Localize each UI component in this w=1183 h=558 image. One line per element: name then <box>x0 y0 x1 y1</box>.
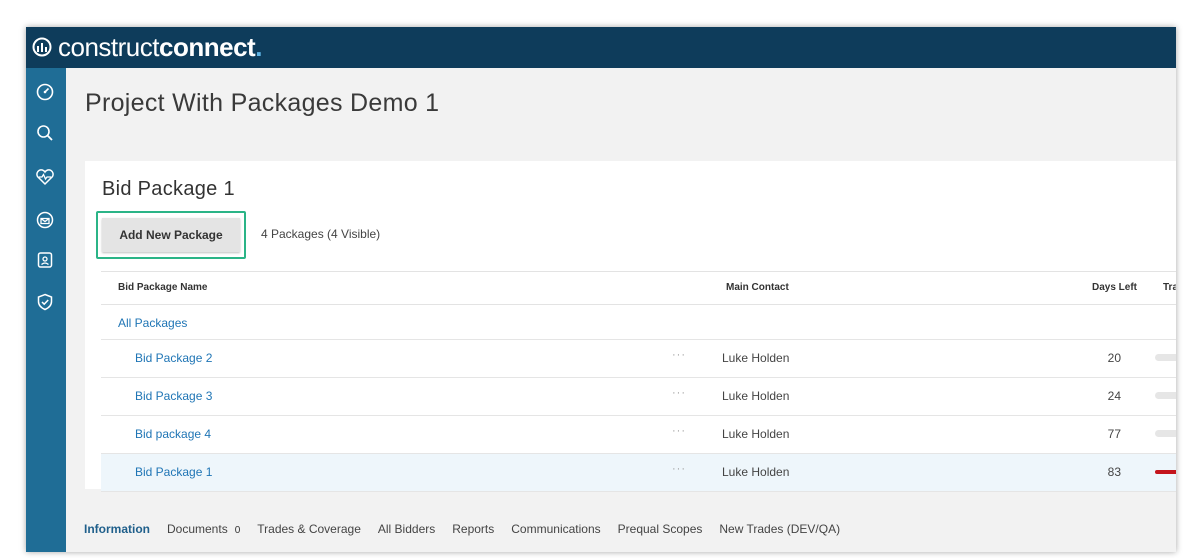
main-contact: Luke Holden <box>722 427 790 441</box>
bid-packages-table: Bid Package Name Main Contact Days Left … <box>101 271 1176 492</box>
trade-coverage-bar <box>1155 470 1176 474</box>
table-row[interactable]: Bid Package 2 ··· Luke Holden 20 <box>101 340 1176 378</box>
add-new-package-button[interactable]: Add New Package <box>102 218 240 252</box>
top-bar: construct connect. <box>26 27 1176 68</box>
tab-all-bidders[interactable]: All Bidders <box>378 522 435 536</box>
column-header-days-left[interactable]: Days Left <box>1092 282 1137 293</box>
table-header: Bid Package Name Main Contact Days Left … <box>101 271 1176 305</box>
days-left: 77 <box>1107 427 1121 441</box>
row-menu-button[interactable]: ··· <box>672 387 686 399</box>
row-menu-button[interactable]: ··· <box>672 425 686 437</box>
days-left: 24 <box>1107 389 1121 403</box>
project-tabs: Information Documents 0 Trades & Coverage… <box>84 522 857 536</box>
brand-name-light: construct <box>58 31 160 62</box>
brand-mark-icon <box>32 37 52 57</box>
column-header-name[interactable]: Bid Package Name <box>118 282 208 293</box>
dashboard-icon[interactable] <box>33 80 57 104</box>
package-name-link[interactable]: Bid package 4 <box>135 427 211 441</box>
sidebar <box>26 68 66 552</box>
tab-documents[interactable]: Documents 0 <box>167 522 240 536</box>
package-name-link[interactable]: Bid Package 1 <box>135 465 212 479</box>
tab-reports[interactable]: Reports <box>452 522 494 536</box>
table-row[interactable]: Bid Package 3 ··· Luke Holden 24 <box>101 378 1176 416</box>
bid-package-card: Bid Package 1 Add New Package 4 Packages… <box>85 161 1176 492</box>
main-contact: Luke Holden <box>722 465 790 479</box>
column-header-trades[interactable]: Tra <box>1163 282 1176 293</box>
shield-check-icon[interactable] <box>33 290 57 314</box>
table-row[interactable]: Bid package 4 ··· Luke Holden 77 <box>101 416 1176 454</box>
trade-coverage-bar <box>1155 354 1176 361</box>
days-left: 20 <box>1107 351 1121 365</box>
tab-information[interactable]: Information <box>84 522 150 536</box>
contacts-icon[interactable] <box>33 248 57 272</box>
brand-dot: . <box>255 31 262 62</box>
mail-open-icon[interactable] <box>33 208 57 232</box>
package-name-link[interactable]: Bid Package 2 <box>135 351 212 365</box>
page-title: Project With Packages Demo 1 <box>85 89 440 117</box>
brand-name-bold: connect <box>159 31 256 62</box>
column-header-contact[interactable]: Main Contact <box>726 282 789 293</box>
table-row-selected[interactable]: Bid Package 1 ··· Luke Holden 83 <box>101 454 1176 492</box>
tab-communications[interactable]: Communications <box>511 522 600 536</box>
trade-coverage-bar <box>1155 430 1176 437</box>
card-title: Bid Package 1 <box>102 178 235 200</box>
package-name-link[interactable]: Bid Package 3 <box>135 389 212 403</box>
tab-documents-label: Documents <box>167 522 228 536</box>
tab-prequal-scopes[interactable]: Prequal Scopes <box>618 522 703 536</box>
brand-logo[interactable]: construct connect. <box>32 30 262 64</box>
tab-trades-coverage[interactable]: Trades & Coverage <box>257 522 361 536</box>
main-contact: Luke Holden <box>722 389 790 403</box>
documents-count-badge: 0 <box>234 525 241 536</box>
add-package-highlight: Add New Package <box>96 211 246 259</box>
tab-new-trades[interactable]: New Trades (DEV/QA) <box>719 522 840 536</box>
trade-coverage-bar <box>1155 392 1176 399</box>
app-window: construct connect. Project With Packages … <box>26 27 1176 552</box>
row-menu-button[interactable]: ··· <box>672 463 686 475</box>
package-count: 4 Packages (4 Visible) <box>261 227 381 241</box>
main-contact: Luke Holden <box>722 351 790 365</box>
heart-pulse-icon[interactable] <box>33 165 57 189</box>
row-menu-button[interactable]: ··· <box>672 349 686 361</box>
days-left: 83 <box>1107 465 1121 479</box>
all-packages-row[interactable]: All Packages <box>101 305 1176 340</box>
all-packages-link[interactable]: All Packages <box>118 316 187 330</box>
search-icon[interactable] <box>33 121 57 145</box>
